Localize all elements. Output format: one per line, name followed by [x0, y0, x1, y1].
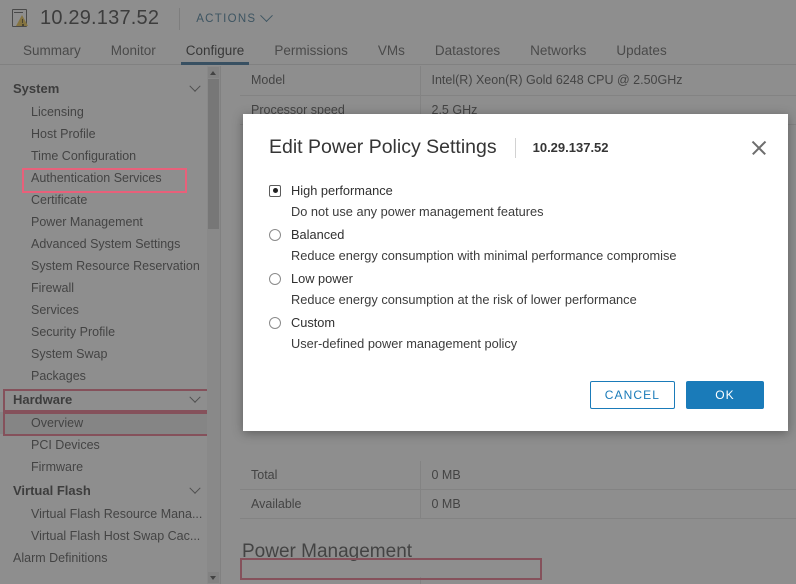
option-description: Reduce energy consumption at the risk of… — [291, 292, 762, 307]
option-description: Do not use any power management features — [291, 204, 762, 219]
option-description: User-defined power management policy — [291, 336, 762, 351]
dialog-header: Edit Power Policy Settings 10.29.137.52 — [243, 114, 788, 159]
option-label[interactable]: Balanced — [291, 227, 344, 242]
option-label[interactable]: High performance — [291, 183, 393, 198]
power-policy-option[interactable]: Custom User-defined power management poli… — [269, 313, 762, 351]
cancel-button[interactable]: CANCEL — [590, 381, 675, 409]
dialog-subtitle: 10.29.137.52 — [533, 140, 609, 155]
dialog-footer: CANCEL OK — [243, 381, 788, 431]
dialog-title-divider — [515, 138, 516, 158]
power-policy-option[interactable]: High performance Do not use any power man… — [269, 181, 762, 219]
option-description: Reduce energy consumption with minimal p… — [291, 248, 762, 263]
application-window: 10.29.137.52 ACTIONS SummaryMonitorConfi… — [0, 0, 796, 584]
option-row[interactable]: Balanced — [269, 225, 762, 244]
radio-button-icon[interactable] — [269, 317, 281, 329]
option-label[interactable]: Low power — [291, 271, 353, 286]
edit-power-policy-dialog: Edit Power Policy Settings 10.29.137.52 … — [243, 114, 788, 431]
option-row[interactable]: Custom — [269, 313, 762, 332]
power-policy-option[interactable]: Balanced Reduce energy consumption with m… — [269, 225, 762, 263]
power-policy-option[interactable]: Low power Reduce energy consumption at th… — [269, 269, 762, 307]
option-label[interactable]: Custom — [291, 315, 335, 330]
radio-button-icon[interactable] — [269, 229, 281, 241]
option-row[interactable]: High performance — [269, 181, 762, 200]
ok-button[interactable]: OK — [686, 381, 764, 409]
option-row[interactable]: Low power — [269, 269, 762, 288]
power-policy-option-list: High performance Do not use any power man… — [243, 159, 788, 381]
radio-button-icon[interactable] — [269, 185, 281, 197]
radio-button-icon[interactable] — [269, 273, 281, 285]
dialog-title: Edit Power Policy Settings — [269, 136, 497, 159]
close-icon[interactable] — [750, 139, 768, 157]
